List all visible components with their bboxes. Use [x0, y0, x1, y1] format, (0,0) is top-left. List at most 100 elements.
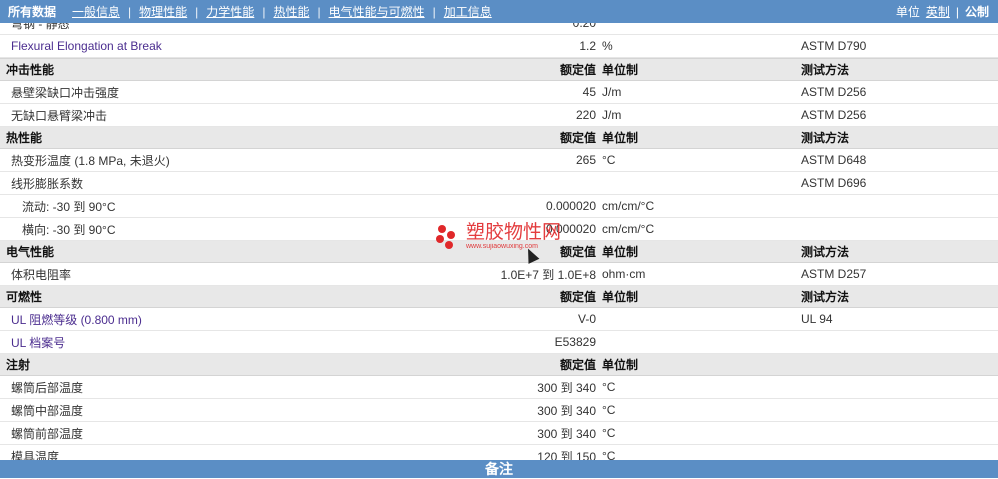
column-header-value: 额定值 [559, 63, 596, 77]
property-name[interactable]: Flexural Elongation at Break [11, 35, 162, 57]
test-method: ASTM D257 [801, 267, 867, 281]
top-nav-bar: 所有数据 一般信息 | 物理性能 | 力学性能 | 热性能 | 电气性能与可燃性 | 加工信息 单位 … [0, 0, 998, 23]
nav-tab-3[interactable]: 力学性能 [198, 3, 262, 20]
nav-separator: | [432, 4, 436, 19]
section-header-row: 注射 额定值 单位制 [0, 354, 998, 376]
unit-switcher: 单位 英制 | 公制 [893, 3, 998, 20]
property-table: 弯钢 - 静态 0.20 Flexural Elongation at Brea… [0, 23, 998, 468]
table-row: 流动: -30 到 90°C 0.000020 cm/cm/°C [0, 195, 998, 218]
property-name[interactable]: UL 档案号 [11, 331, 65, 353]
test-method: ASTM D790 [801, 39, 867, 53]
property-unit: ohm·cm [602, 267, 646, 281]
column-header-value: 额定值 [559, 358, 596, 372]
column-header-method: 测试方法 [801, 290, 850, 304]
property-value: 45 [582, 85, 596, 99]
section-title: 注射 [6, 358, 31, 372]
property-name: 横向: -30 到 90°C [22, 222, 116, 237]
notes-bar[interactable]: 备注 [0, 460, 998, 478]
nav-tabs: 所有数据 一般信息 | 物理性能 | 力学性能 | 热性能 | 电气性能与可燃性 | 加工信息 [0, 3, 500, 20]
property-value: V-0 [577, 312, 596, 326]
table-row: 线形膨胀系数 ASTM D696 [0, 172, 998, 195]
notes-label: 备注 [485, 461, 513, 477]
table-row: 无缺口悬臂梁冲击 220 J/m ASTM D256 [0, 104, 998, 127]
test-method: ASTM D256 [801, 108, 867, 122]
property-unit: °C [602, 153, 616, 167]
nav-tab-6[interactable]: 加工信息 [436, 3, 500, 20]
table-row: 热变形温度 (1.8 MPa, 未退火) 265 °C ASTM D648 [0, 149, 998, 172]
property-value: E53829 [554, 335, 596, 349]
table-row: 螺筒中部温度 300 到 340 °C [0, 399, 998, 422]
section-header-row: 热性能 额定值 单位制 测试方法 [0, 127, 998, 149]
property-unit: J/m [602, 108, 622, 122]
column-header-unit: 单位制 [602, 245, 639, 259]
nav-tab-4[interactable]: 热性能 [265, 3, 317, 20]
column-header-method: 测试方法 [801, 131, 850, 145]
property-unit: J/m [602, 85, 622, 99]
test-method: ASTM D648 [801, 153, 867, 167]
column-header-method: 测试方法 [801, 245, 850, 259]
column-header-unit: 单位制 [602, 131, 639, 145]
section-title: 冲击性能 [6, 63, 55, 77]
property-name: 悬壁梁缺口冲击强度 [11, 85, 120, 100]
property-name[interactable]: UL 阻燃等级 (0.800 mm) [11, 308, 142, 330]
property-unit: cm/cm/°C [602, 199, 655, 213]
property-name: 弯钢 - 静态 [11, 23, 70, 31]
imperial-link[interactable]: 英制 [923, 3, 953, 20]
metric-link[interactable]: 公制 [962, 3, 992, 20]
property-name: 体积电阻率 [11, 267, 72, 282]
nav-separator: | [195, 4, 199, 19]
property-unit: % [602, 39, 613, 53]
table-row: UL 档案号 E53829 [0, 331, 998, 354]
table-row: 横向: -30 到 90°C 0.000020 cm/cm/°C [0, 218, 998, 241]
property-unit: °C [602, 403, 616, 417]
test-method: ASTM D256 [801, 85, 867, 99]
property-name: 螺筒中部温度 [11, 403, 84, 418]
property-unit: °C [602, 380, 616, 394]
column-header-value: 额定值 [559, 131, 596, 145]
section-title: 可燃性 [6, 290, 43, 304]
property-value: 300 到 340 [537, 403, 596, 418]
property-name: 流动: -30 到 90°C [22, 199, 116, 214]
property-name: 无缺口悬臂梁冲击 [11, 108, 108, 123]
section-title: 热性能 [6, 131, 43, 145]
section-header-row: 冲击性能 额定值 单位制 测试方法 [0, 58, 998, 81]
property-unit: °C [602, 426, 616, 440]
property-value: 0.20 [572, 23, 596, 30]
column-header-unit: 单位制 [602, 63, 639, 77]
nav-tab-2[interactable]: 物理性能 [131, 3, 195, 20]
property-unit: cm/cm/°C [602, 222, 655, 236]
property-name: 热变形温度 (1.8 MPa, 未退火) [11, 153, 170, 168]
table-row: 悬壁梁缺口冲击强度 45 J/m ASTM D256 [0, 81, 998, 104]
property-value: 0.000020 [545, 222, 596, 236]
section-header-row: 电气性能 额定值 单位制 测试方法 [0, 241, 998, 263]
property-name: 螺筒前部温度 [11, 426, 84, 441]
table-row: 螺筒后部温度 300 到 340 °C [0, 376, 998, 399]
property-name: 螺筒后部温度 [11, 380, 84, 395]
property-value: 220 [575, 108, 596, 122]
test-method: UL 94 [801, 312, 833, 326]
nav-tab-5[interactable]: 电气性能与可燃性 [321, 3, 433, 20]
test-method: ASTM D696 [801, 176, 867, 190]
unit-separator: | [955, 4, 959, 19]
table-row: Flexural Elongation at Break 1.2% ASTM D79… [0, 35, 998, 58]
column-header-unit: 单位制 [602, 358, 639, 372]
column-header-unit: 单位制 [602, 290, 639, 304]
property-value: 300 到 340 [537, 426, 596, 441]
table-row: 螺筒前部温度 300 到 340 °C [0, 422, 998, 445]
nav-separator: | [262, 4, 266, 19]
table-row-partial: 弯钢 - 静态 0.20 [0, 23, 998, 35]
nav-tab-0[interactable]: 所有数据 [0, 3, 64, 20]
nav-separator: | [317, 4, 321, 19]
column-header-value: 额定值 [559, 245, 596, 259]
section-header-row: 可燃性 额定值 单位制 测试方法 [0, 286, 998, 308]
property-name: 线形膨胀系数 [11, 176, 84, 191]
property-value: 1.0E+7 到 1.0E+8 [500, 267, 596, 282]
nav-separator: | [128, 4, 132, 19]
nav-tab-1[interactable]: 一般信息 [64, 3, 128, 20]
property-value: 300 到 340 [537, 380, 596, 395]
property-value: 265 [575, 153, 596, 167]
property-value: 1.2 [579, 39, 596, 53]
table-row: UL 阻燃等级 (0.800 mm) V-0 UL 94 [0, 308, 998, 331]
property-value: 0.000020 [545, 199, 596, 213]
table-row: 体积电阻率 1.0E+7 到 1.0E+8 ohm·cm ASTM D257 [0, 263, 998, 286]
